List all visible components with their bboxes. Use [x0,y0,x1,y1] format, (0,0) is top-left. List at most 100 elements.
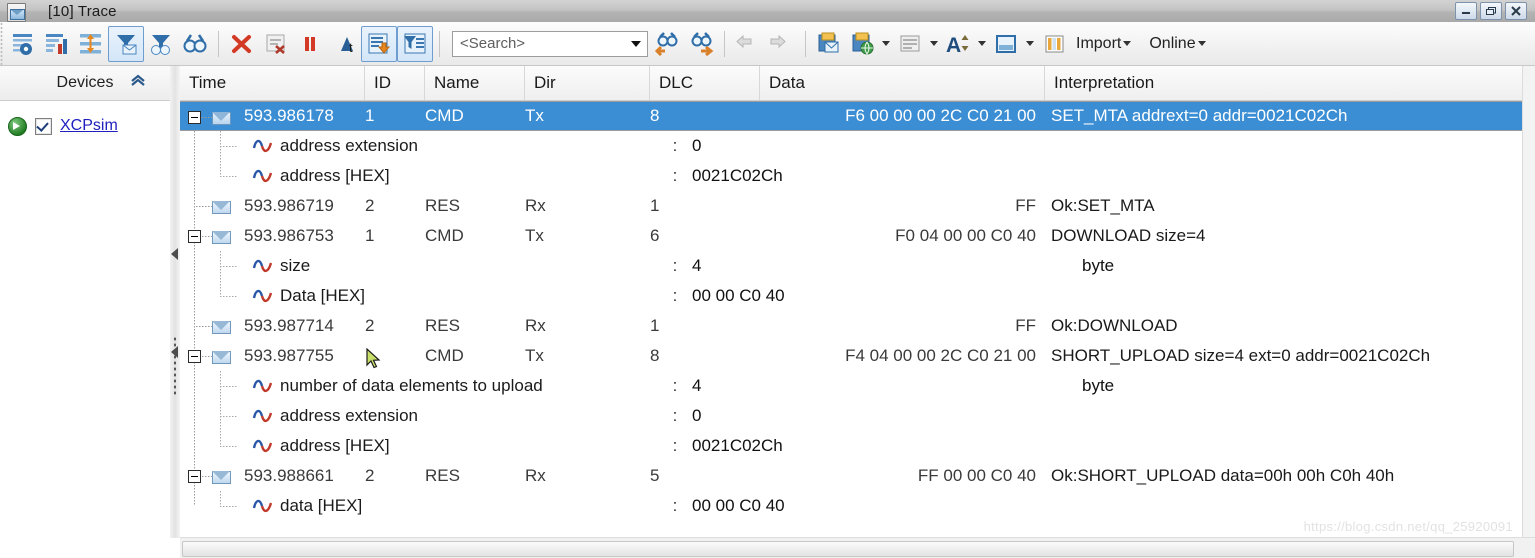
cell-data: FF [1015,196,1036,215]
detail-row[interactable]: Data [HEX]:00 00 C0 40 [180,281,1535,311]
trace-config-icon[interactable] [6,27,40,61]
detail-row[interactable]: address [HEX]:0021C02Ch [180,431,1535,461]
detail-row[interactable]: data [HEX]:00 00 C0 40 [180,491,1535,521]
minimize-button[interactable] [1455,2,1477,20]
panel-splitter[interactable] [170,66,180,538]
detail-row[interactable]: address extension:0 [180,401,1535,431]
navigate-back-icon[interactable] [731,27,765,61]
close-button[interactable] [1505,2,1527,20]
font-dropdown-icon[interactable] [978,41,986,46]
svg-text:A: A [946,34,961,56]
cell-interpretation: Ok:DOWNLOAD [1051,316,1178,335]
window-controls[interactable] [1455,2,1527,20]
auto-scroll-icon[interactable] [361,25,397,62]
search-input[interactable]: <Search> [452,30,648,57]
horizontal-scrollbar-thumb[interactable] [182,541,1514,557]
detail-label: address [HEX] [180,436,660,456]
detail-value: 00 00 C0 40 [692,496,785,515]
detail-value: 4 [692,256,702,275]
time-format-icon[interactable]: t [327,27,361,61]
detail-row[interactable]: address [HEX]:0021C02Ch [180,161,1535,191]
table-row[interactable]: 593.987714 2 RES Rx 1 FF Ok:DOWNLOAD [180,311,1535,341]
column-header-name[interactable]: Name [425,66,525,100]
column-header-interpretation[interactable]: Interpretation [1045,66,1535,100]
column-header-id[interactable]: ID [365,66,425,100]
detail-row[interactable]: address extension:0 [180,131,1535,161]
find-icon[interactable] [178,27,212,61]
chevron-up-icon[interactable] [130,73,146,87]
document-envelope-icon [6,2,26,22]
detail-colon: : [672,406,678,425]
table-row[interactable]: 593.986719 2 RES Rx 1 FF Ok:SET_MTA [180,191,1535,221]
tree-collapse-toggle[interactable] [188,470,201,483]
copy-to-clipboard-icon[interactable] [812,27,846,61]
devices-sidebar: Devices XCPsim [0,66,170,538]
find-next-icon[interactable] [684,27,718,61]
toolbar-separator [218,30,219,57]
detail-row[interactable]: number of data elements to upload:4 byte [180,371,1535,401]
sort-expand-icon[interactable] [74,27,108,61]
message-envelope-icon [212,201,231,214]
column-header-data[interactable]: Data [760,66,1045,100]
column-header-time[interactable]: Time [180,66,365,100]
pause-icon[interactable] [293,27,327,61]
device-checkbox[interactable] [35,117,52,135]
column-header-dlc[interactable]: DLC [650,66,760,100]
clear-list-icon[interactable] [259,27,293,61]
import-label[interactable]: Import [1076,35,1121,53]
vertical-scrollbar[interactable] [1522,66,1535,538]
collapse-left-arrow-bottom-icon[interactable] [171,346,178,358]
detail-colon: : [672,496,678,515]
statistics-icon[interactable] [40,27,74,61]
layout-dropdown-icon[interactable] [930,41,938,46]
online-dropdown-icon[interactable] [1197,41,1206,46]
search-input-text[interactable]: <Search> [453,35,625,52]
window-split-icon[interactable] [990,27,1024,61]
table-row[interactable]: 593.986753 1 CMD Tx 6 F0 04 00 00 C0 40 DOWNLO… [180,221,1535,251]
cell-name: RES [425,466,460,485]
sidebar-item-xcpsim[interactable]: XCPsim [0,113,170,139]
remove-filter-icon[interactable] [144,27,178,61]
column-header-dir[interactable]: Dir [525,66,650,100]
import-dropdown-icon[interactable] [1123,41,1132,46]
window-title-bar[interactable]: [10] Trace [0,0,1535,22]
collapse-left-arrow-top-icon[interactable] [171,248,178,260]
table-row[interactable]: 593.986178 1 CMD Tx 8 F6 00 00 00 2C C0 21 00… [180,101,1535,131]
main-toolbar[interactable]: t <Search> A Import Online [0,22,1535,66]
search-dropdown-icon[interactable] [625,32,647,56]
cell-dlc: 6 [650,226,660,245]
restore-button[interactable] [1480,2,1502,20]
signal-icon [252,169,273,183]
trace-grid-header[interactable]: Time ID Name Dir DLC Data Interpretation [180,66,1535,101]
cell-dir: Rx [525,196,546,215]
splitter-grip[interactable] [173,336,177,396]
message-envelope-icon [212,321,231,334]
table-row[interactable]: 593.987755 CMD Tx 8 F4 04 00 00 2C C0 21 00 S… [180,341,1535,371]
import-icon[interactable] [1038,27,1072,61]
devices-sidebar-header: Devices [0,66,170,101]
detail-colon: : [672,376,678,395]
signal-icon [252,499,273,513]
filter-messages-icon[interactable] [108,25,144,62]
table-row[interactable]: 593.988661 2 RES Rx 5 FF 00 00 C0 40 Ok:SHORT_… [180,461,1535,491]
detail-row[interactable]: size:4 byte [180,251,1535,281]
cell-interpretation: DOWNLOAD size=4 [1051,226,1206,245]
detail-colon: : [672,166,678,185]
font-size-icon[interactable]: A [942,27,976,61]
window-split-dropdown-icon[interactable] [1026,41,1034,46]
online-label[interactable]: Online [1149,35,1195,53]
find-previous-icon[interactable] [650,27,684,61]
layout-icon[interactable] [894,27,928,61]
tree-collapse-toggle[interactable] [188,111,201,124]
column-filter-icon[interactable] [397,25,433,62]
device-name-link[interactable]: XCPsim [60,117,118,135]
tree-collapse-toggle[interactable] [188,350,201,363]
clear-icon[interactable] [225,27,259,61]
export-icon[interactable] [846,27,880,61]
export-dropdown-icon[interactable] [882,41,890,46]
tree-collapse-toggle[interactable] [188,230,201,243]
navigate-forward-icon[interactable] [765,27,799,61]
toolbar-separator-3 [724,30,725,57]
detail-value: 0 [692,136,702,155]
horizontal-scrollbar[interactable] [180,537,1535,558]
